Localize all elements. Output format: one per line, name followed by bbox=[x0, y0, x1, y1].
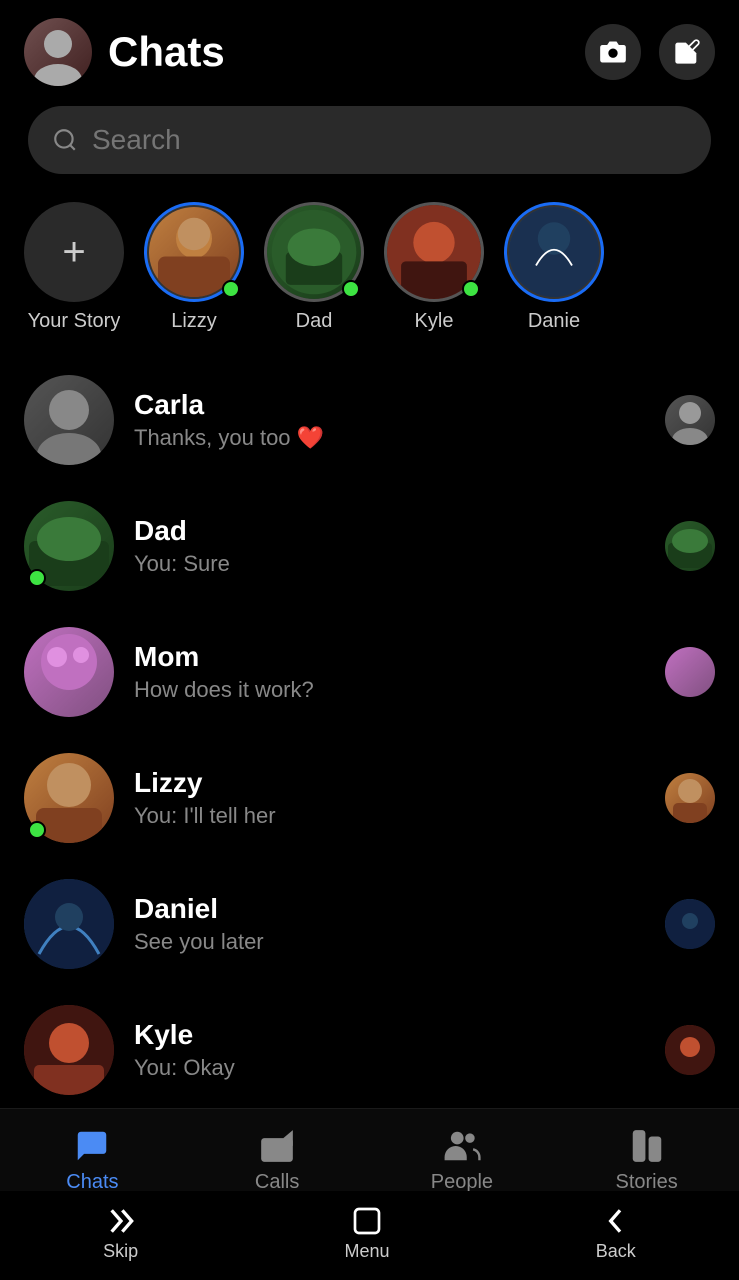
online-dot-lizzy bbox=[28, 821, 46, 839]
calls-icon bbox=[258, 1127, 296, 1165]
chat-item-dad[interactable]: Dad You: Sure bbox=[0, 483, 739, 609]
chat-avatar-wrap-carla bbox=[24, 375, 114, 465]
chat-list: Carla Thanks, you too ❤️ Dad You: Sure bbox=[0, 357, 739, 1113]
online-indicator-kyle bbox=[462, 280, 480, 298]
add-story-button[interactable]: + bbox=[24, 202, 124, 302]
chat-name-mom: Mom bbox=[134, 641, 645, 673]
chat-thumb-daniel bbox=[665, 899, 715, 949]
chat-preview-carla: Thanks, you too ❤️ bbox=[134, 425, 645, 451]
chat-preview-lizzy: You: I'll tell her bbox=[134, 803, 645, 829]
nav-item-chats[interactable]: Chats bbox=[0, 1127, 185, 1194]
story-label-danie: Danie bbox=[528, 310, 580, 333]
search-icon bbox=[52, 127, 78, 153]
edit-button[interactable] bbox=[659, 24, 715, 80]
chat-item-daniel[interactable]: Daniel See you later bbox=[0, 861, 739, 987]
chats-icon bbox=[73, 1127, 111, 1165]
nav-item-people[interactable]: People bbox=[370, 1127, 555, 1194]
chat-avatar-wrap-daniel bbox=[24, 879, 114, 969]
story-label-lizzy: Lizzy bbox=[171, 310, 217, 333]
chat-avatar-daniel bbox=[24, 879, 114, 969]
story-item-lizzy[interactable]: Lizzy bbox=[144, 202, 244, 333]
story-item-danie[interactable]: Danie bbox=[504, 202, 604, 333]
header: Chats bbox=[0, 0, 739, 98]
chat-preview-daniel: See you later bbox=[134, 929, 645, 955]
chat-info-lizzy: Lizzy You: I'll tell her bbox=[134, 767, 645, 829]
chat-name-daniel: Daniel bbox=[134, 893, 645, 925]
chat-name-kyle: Kyle bbox=[134, 1019, 645, 1051]
header-icons bbox=[585, 24, 715, 80]
chat-name-dad: Dad bbox=[134, 515, 645, 547]
story-avatar-wrap-danie bbox=[504, 202, 604, 302]
story-label-kyle: Kyle bbox=[415, 310, 454, 333]
chat-name-lizzy: Lizzy bbox=[134, 767, 645, 799]
add-story-label: Your Story bbox=[28, 310, 121, 333]
nav-item-stories[interactable]: Stories bbox=[554, 1127, 739, 1194]
skip-button[interactable]: Skip bbox=[103, 1205, 138, 1262]
camera-button[interactable] bbox=[585, 24, 641, 80]
chat-preview-mom: How does it work? bbox=[134, 677, 645, 703]
chat-item-lizzy[interactable]: Lizzy You: I'll tell her bbox=[0, 735, 739, 861]
camera-icon bbox=[599, 38, 627, 66]
online-dot-dad bbox=[28, 569, 46, 587]
chat-thumb-mom bbox=[665, 647, 715, 697]
chat-avatar-carla bbox=[24, 375, 114, 465]
chat-preview-dad: You: Sure bbox=[134, 551, 645, 577]
story-label-dad: Dad bbox=[296, 310, 333, 333]
story-item-kyle[interactable]: Kyle bbox=[384, 202, 484, 333]
stories-row: + Your Story Lizzy Dad bbox=[0, 194, 739, 357]
story-avatar-wrap-dad bbox=[264, 202, 364, 302]
edit-icon bbox=[673, 38, 701, 66]
stories-icon bbox=[628, 1127, 666, 1165]
chat-avatar-wrap-lizzy bbox=[24, 753, 114, 843]
online-indicator-dad bbox=[342, 280, 360, 298]
system-nav: Skip Menu Back bbox=[0, 1191, 739, 1280]
chat-avatar-mom bbox=[24, 627, 114, 717]
chat-item-mom[interactable]: Mom How does it work? bbox=[0, 609, 739, 735]
chat-item-kyle[interactable]: Kyle You: Okay bbox=[0, 987, 739, 1113]
add-story-item[interactable]: + Your Story bbox=[24, 202, 124, 333]
chat-info-carla: Carla Thanks, you too ❤️ bbox=[134, 389, 645, 451]
story-avatar-wrap-lizzy bbox=[144, 202, 244, 302]
skip-icon bbox=[105, 1205, 137, 1237]
search-bar[interactable] bbox=[28, 106, 711, 174]
menu-button[interactable]: Menu bbox=[344, 1205, 389, 1262]
chat-thumb-kyle bbox=[665, 1025, 715, 1075]
chat-avatar-wrap-mom bbox=[24, 627, 114, 717]
chat-info-kyle: Kyle You: Okay bbox=[134, 1019, 645, 1081]
chat-thumb-lizzy bbox=[665, 773, 715, 823]
search-input[interactable] bbox=[92, 124, 687, 156]
chat-info-dad: Dad You: Sure bbox=[134, 515, 645, 577]
story-avatar-wrap-kyle bbox=[384, 202, 484, 302]
menu-label: Menu bbox=[344, 1241, 389, 1262]
people-icon bbox=[443, 1127, 481, 1165]
chat-name-carla: Carla bbox=[134, 389, 645, 421]
user-avatar[interactable] bbox=[24, 18, 92, 86]
back-label: Back bbox=[596, 1241, 636, 1262]
skip-label: Skip bbox=[103, 1241, 138, 1262]
menu-icon bbox=[351, 1205, 383, 1237]
chat-thumb-carla bbox=[665, 395, 715, 445]
story-avatar-danie bbox=[504, 202, 604, 302]
chat-info-daniel: Daniel See you later bbox=[134, 893, 645, 955]
chat-preview-kyle: You: Okay bbox=[134, 1055, 645, 1081]
page-title: Chats bbox=[108, 28, 569, 76]
chat-avatar-kyle bbox=[24, 1005, 114, 1095]
online-indicator-lizzy bbox=[222, 280, 240, 298]
back-button[interactable]: Back bbox=[596, 1205, 636, 1262]
chat-item-carla[interactable]: Carla Thanks, you too ❤️ bbox=[0, 357, 739, 483]
chat-avatar-wrap-dad bbox=[24, 501, 114, 591]
nav-item-calls[interactable]: Calls bbox=[185, 1127, 370, 1194]
chat-thumb-dad bbox=[665, 521, 715, 571]
chat-avatar-wrap-kyle bbox=[24, 1005, 114, 1095]
back-icon bbox=[600, 1205, 632, 1237]
story-item-dad[interactable]: Dad bbox=[264, 202, 364, 333]
chat-info-mom: Mom How does it work? bbox=[134, 641, 645, 703]
